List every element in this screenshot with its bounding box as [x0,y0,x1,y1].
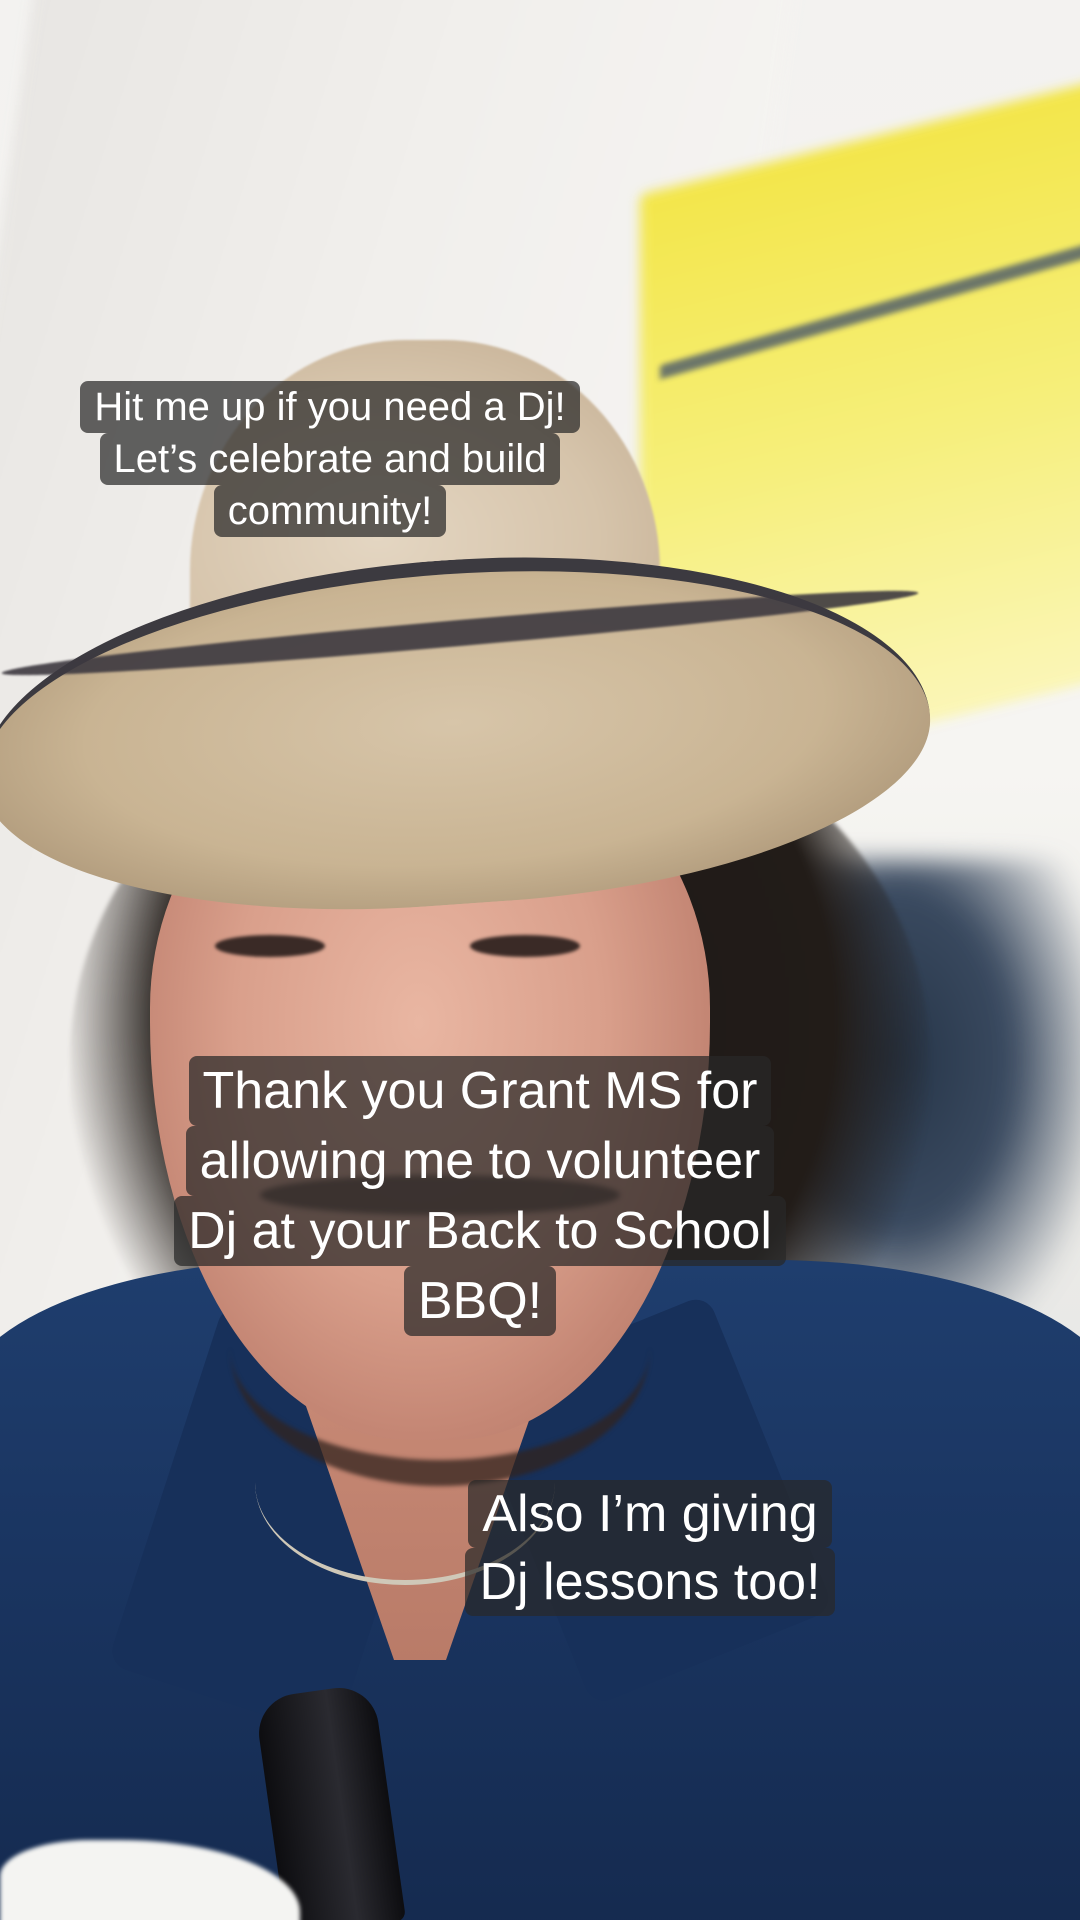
caption-line: Also I’m giving [468,1480,832,1548]
caption-bottom: Also I’m giving Dj lessons too! [440,1480,860,1616]
right-eye [470,935,580,957]
caption-line: allowing me to volunteer [185,1126,775,1196]
caption-line: Let’s celebrate and build [99,433,561,485]
caption-middle: Thank you Grant MS for allowing me to vo… [130,1056,830,1336]
caption-line: Dj at your Back to School [174,1196,786,1266]
caption-line: Hit me up if you need a Dj! [80,381,580,433]
caption-line: BBQ! [403,1266,557,1336]
caption-top: Hit me up if you need a Dj! Let’s celebr… [70,381,590,537]
caption-line: Dj lessons too! [465,1548,835,1616]
video-frame[interactable]: Hit me up if you need a Dj! Let’s celebr… [0,0,1080,1920]
caption-line: community! [213,485,447,537]
left-eye [215,935,325,957]
caption-line: Thank you Grant MS for [188,1056,772,1126]
